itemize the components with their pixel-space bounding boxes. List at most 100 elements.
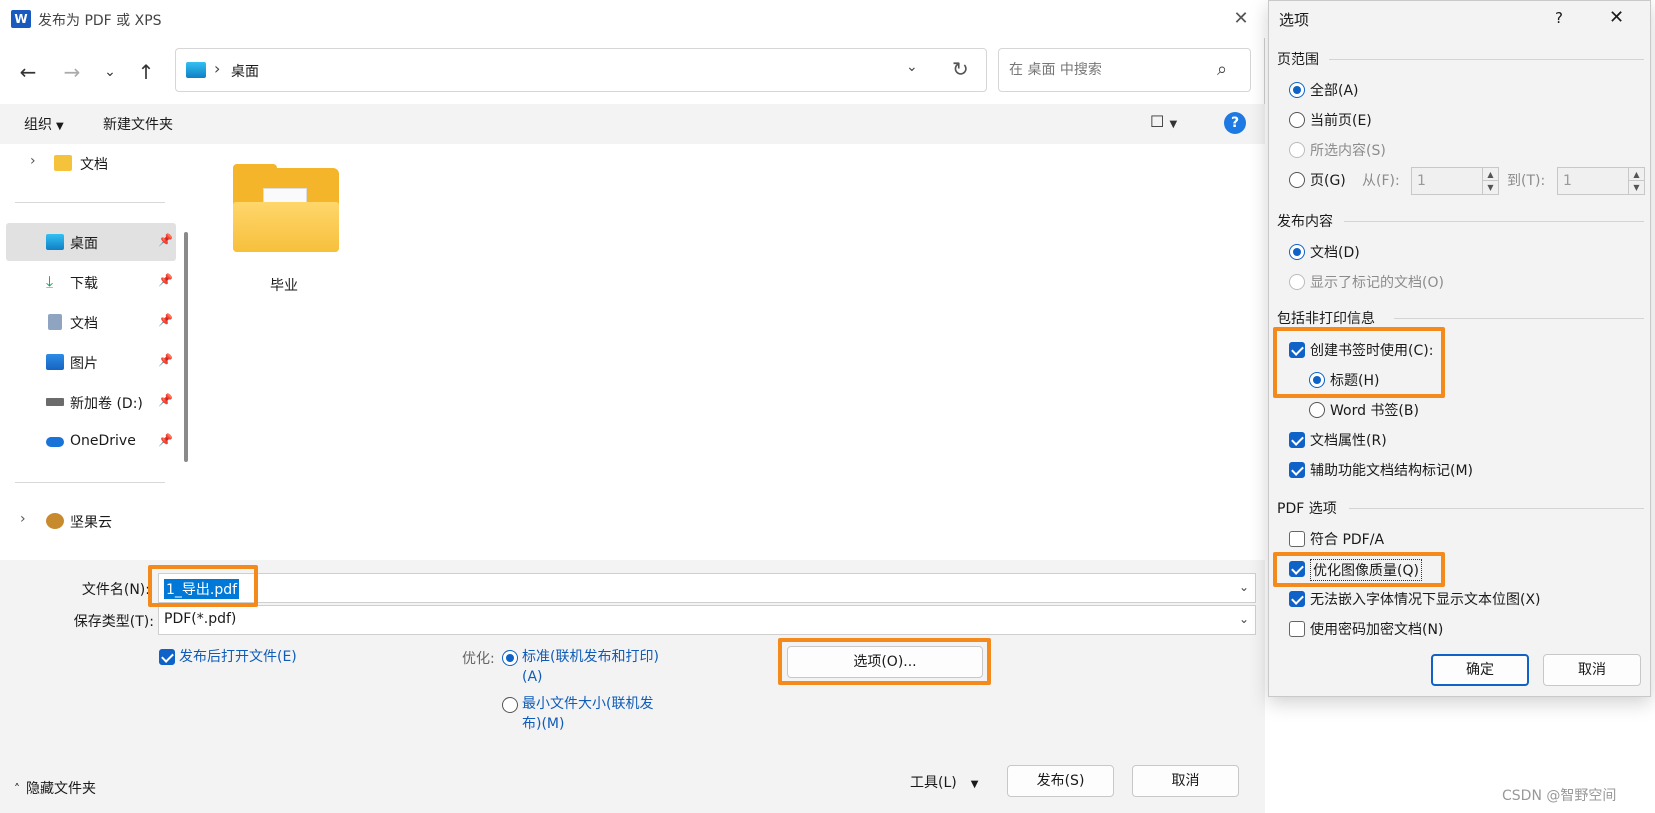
publish-button[interactable]: 发布(S) xyxy=(1007,765,1114,797)
filename-label: 文件名(N): xyxy=(81,582,150,598)
doc-properties-label[interactable]: 文档属性(R) xyxy=(1310,430,1387,450)
create-bookmarks-label[interactable]: 创建书签时使用(C): xyxy=(1310,340,1433,360)
chevron-down-icon[interactable]: ⌄ xyxy=(1239,612,1249,626)
options-button[interactable]: 选项(O)... xyxy=(787,646,983,678)
search-icon[interactable]: ⌕ xyxy=(1217,59,1227,80)
nav-item-documents-expand[interactable]: › 文档 xyxy=(6,144,176,182)
chevron-right-icon[interactable]: › xyxy=(20,511,26,527)
nav-scrollbar[interactable] xyxy=(184,232,188,462)
chevron-down-icon[interactable]: ⌄ xyxy=(1239,580,1249,594)
search-box[interactable]: ⌕ xyxy=(998,48,1251,92)
new-folder-button[interactable]: 新建文件夹 xyxy=(103,114,173,134)
create-bookmarks-checkbox[interactable] xyxy=(1289,342,1305,358)
open-after-publish-label[interactable]: 发布后打开文件(E) xyxy=(179,647,297,667)
from-page-stepper[interactable]: 1 ▲ ▼ xyxy=(1411,167,1499,195)
ok-button[interactable]: 确定 xyxy=(1431,654,1529,686)
publish-document-label[interactable]: 文档(D) xyxy=(1310,242,1360,262)
search-input[interactable] xyxy=(1009,59,1209,81)
accessibility-tags-checkbox[interactable] xyxy=(1289,462,1305,478)
filename-field[interactable]: 1_导出.pdf ⌄ xyxy=(158,573,1256,603)
bookmarks-headings-label[interactable]: 标题(H) xyxy=(1330,370,1379,390)
chevron-right-icon[interactable]: › xyxy=(30,153,36,169)
pin-icon[interactable]: 📌 xyxy=(158,273,173,287)
page-range-all-label[interactable]: 全部(A) xyxy=(1310,80,1359,100)
bitmap-text-checkbox[interactable] xyxy=(1289,591,1305,607)
folder-item-icon[interactable] xyxy=(233,164,339,252)
nav-item-label: 坚果云 xyxy=(70,515,112,531)
to-page-stepper[interactable]: 1 ▲ ▼ xyxy=(1557,167,1645,195)
stepper-up-icon[interactable]: ▲ xyxy=(1482,168,1498,181)
organize-menu[interactable]: 组织 ▼ xyxy=(24,114,64,134)
filetype-label: 保存类型(T): xyxy=(73,614,154,630)
page-range-group-label: 页范围 xyxy=(1277,52,1319,68)
navigation-pane: › 文档 桌面 📌 ⤓ 下载 📌 文档 📌 图片 📌 新加卷 (D:) 📌 On… xyxy=(0,144,195,560)
doc-properties-checkbox[interactable] xyxy=(1289,432,1305,448)
optimize-standard-radio[interactable] xyxy=(502,650,518,666)
pdfa-label[interactable]: 符合 PDF/A xyxy=(1310,529,1384,549)
recent-chevron-down-icon[interactable]: ⌄ xyxy=(96,58,124,86)
nav-item-downloads[interactable]: ⤓ 下载 📌 xyxy=(6,263,176,301)
page-range-all-radio[interactable] xyxy=(1289,82,1305,98)
pin-icon[interactable]: 📌 xyxy=(158,433,173,447)
tools-menu[interactable]: 工具(L) ▼ xyxy=(910,772,978,792)
help-icon[interactable]: ? xyxy=(1224,112,1246,134)
encrypt-label[interactable]: 使用密码加密文档(N) xyxy=(1310,619,1443,639)
hide-folders-toggle[interactable]: ˄ 隐藏文件夹 xyxy=(14,778,96,798)
folder-item-label[interactable]: 毕业 xyxy=(270,275,298,295)
nav-item-onedrive[interactable]: OneDrive 📌 xyxy=(6,423,176,461)
help-icon[interactable]: ? xyxy=(1555,9,1563,27)
from-page-value[interactable]: 1 xyxy=(1417,173,1426,189)
from-label: 从(F): xyxy=(1362,173,1400,189)
page-range-current-label[interactable]: 当前页(E) xyxy=(1310,110,1372,130)
bookmarks-word-radio[interactable] xyxy=(1309,402,1325,418)
nav-item-documents[interactable]: 文档 📌 xyxy=(6,303,176,341)
open-after-publish-checkbox[interactable] xyxy=(159,649,175,665)
optimize-min-radio[interactable] xyxy=(502,697,518,713)
bookmarks-word-label[interactable]: Word 书签(B) xyxy=(1330,400,1419,420)
group-divider xyxy=(1394,318,1644,319)
stepper-up-icon[interactable]: ▲ xyxy=(1628,168,1644,181)
view-toggle-button[interactable]: ☐ ▼ xyxy=(1150,112,1177,131)
accessibility-tags-label[interactable]: 辅助功能文档结构标记(M) xyxy=(1310,460,1473,480)
options-cancel-button[interactable]: 取消 xyxy=(1543,654,1641,686)
cancel-button[interactable]: 取消 xyxy=(1132,765,1239,797)
page-range-selection-radio[interactable] xyxy=(1289,142,1305,158)
nav-item-desktop[interactable]: 桌面 📌 xyxy=(6,223,176,261)
page-range-current-radio[interactable] xyxy=(1289,112,1305,128)
up-arrow-icon[interactable]: ↑ xyxy=(132,58,160,86)
publish-document-radio[interactable] xyxy=(1289,244,1305,260)
optimize-min-label[interactable]: 最小文件大小(联机发布)(M) xyxy=(522,694,672,734)
filename-value[interactable]: 1_导出.pdf xyxy=(164,579,240,599)
encrypt-checkbox[interactable] xyxy=(1289,621,1305,637)
bitmap-text-label[interactable]: 无法嵌入字体情况下显示文本位图(X) xyxy=(1310,589,1541,609)
folder-icon xyxy=(54,155,72,171)
close-icon[interactable]: ✕ xyxy=(1609,7,1624,28)
breadcrumb-location[interactable]: 桌面 xyxy=(231,61,259,81)
nav-item-pictures[interactable]: 图片 📌 xyxy=(6,343,176,381)
stepper-down-icon[interactable]: ▼ xyxy=(1482,181,1498,194)
to-page-value[interactable]: 1 xyxy=(1563,173,1572,189)
pin-icon[interactable]: 📌 xyxy=(158,393,173,407)
page-range-pages-label[interactable]: 页(G) xyxy=(1310,170,1346,190)
publish-markup-radio[interactable] xyxy=(1289,274,1305,290)
pin-icon[interactable]: 📌 xyxy=(158,313,173,327)
address-chevron-down-icon[interactable]: ⌄ xyxy=(906,59,918,75)
refresh-icon[interactable]: ↻ xyxy=(952,57,969,81)
back-arrow-icon[interactable]: ← xyxy=(14,58,42,86)
page-range-pages-radio[interactable] xyxy=(1289,172,1305,188)
address-bar[interactable]: › 桌面 ⌄ ↻ xyxy=(175,48,987,92)
pin-icon[interactable]: 📌 xyxy=(158,233,173,247)
nav-item-nutstore[interactable]: › 坚果云 xyxy=(6,502,176,540)
pdfa-checkbox[interactable] xyxy=(1289,531,1305,547)
bookmarks-headings-radio[interactable] xyxy=(1309,372,1325,388)
filetype-select[interactable]: PDF(*.pdf) ⌄ xyxy=(158,605,1256,635)
optimize-standard-label[interactable]: 标准(联机发布和打印)(A) xyxy=(522,647,672,687)
close-button[interactable]: ✕ xyxy=(1226,6,1256,32)
pin-icon[interactable]: 📌 xyxy=(158,353,173,367)
nav-item-drive-d[interactable]: 新加卷 (D:) 📌 xyxy=(6,383,176,421)
optimize-image-checkbox[interactable] xyxy=(1289,561,1305,577)
nav-item-label: OneDrive xyxy=(70,433,136,449)
forward-arrow-icon[interactable]: → xyxy=(58,58,86,86)
stepper-down-icon[interactable]: ▼ xyxy=(1628,181,1644,194)
optimize-image-label[interactable]: 优化图像质量(Q) xyxy=(1310,559,1422,581)
